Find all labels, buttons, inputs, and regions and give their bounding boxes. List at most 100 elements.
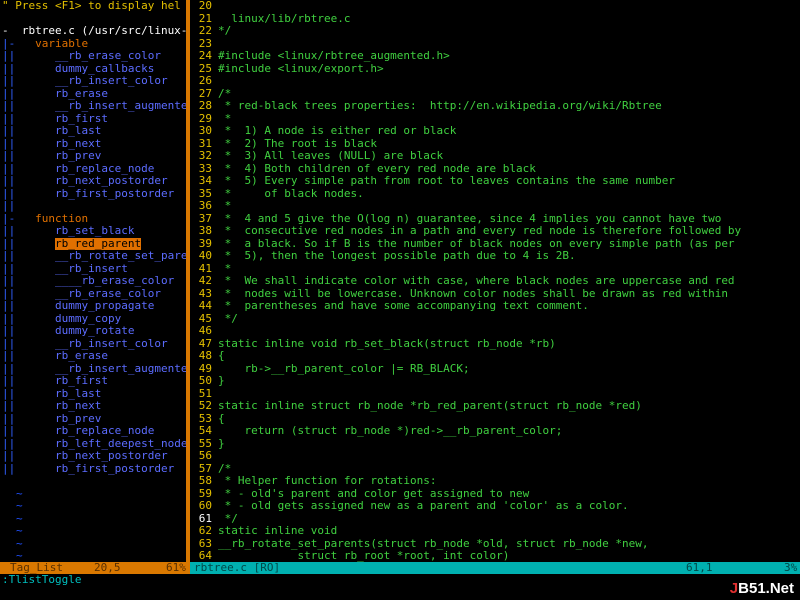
taglist-item[interactable]: || rb_erase	[0, 350, 186, 363]
code-text: #include <linux/export.h>	[218, 62, 384, 75]
code-line[interactable]: 25 #include <linux/export.h>	[190, 63, 800, 76]
code-line[interactable]: 63 __rb_rotate_set_parents(struct rb_node…	[190, 538, 800, 551]
taglist-file-line[interactable]: - rbtree.c (/usr/src/linux-so	[0, 25, 186, 38]
editor-pane[interactable]: 20 21 linux/lib/rbtree.c 22 */23 24 #include …	[190, 0, 800, 562]
taglist-item[interactable]: || __rb_insert_color	[0, 338, 186, 351]
taglist-item[interactable]: || rb_last	[0, 388, 186, 401]
code-line[interactable]: 45 */	[190, 313, 800, 326]
code-line[interactable]: 51	[190, 388, 800, 401]
code-line[interactable]: 46	[190, 325, 800, 338]
code-text: return (struct rb_node *)red->__rb_paren…	[218, 425, 563, 437]
taglist-item-name: rb_first_postorder	[54, 187, 175, 200]
taglist-item[interactable]: || rb_next	[0, 138, 186, 151]
fold-marker: ||	[2, 150, 55, 162]
code-line[interactable]: 59 * - old's parent and color get assign…	[190, 488, 800, 501]
code-line[interactable]: 44 * parentheses and have some accompany…	[190, 300, 800, 313]
fold-marker: ||	[2, 250, 55, 262]
line-number: 28	[198, 100, 212, 112]
code-line[interactable]: 42 * We shall indicate color with case, …	[190, 275, 800, 288]
taglist-item[interactable]: || dummy_callbacks	[0, 63, 186, 76]
taglist-item[interactable]: || rb_first	[0, 113, 186, 126]
code-line[interactable]: 54 return (struct rb_node *)red->__rb_pa…	[190, 425, 800, 438]
taglist-item[interactable]: || rb_erase	[0, 88, 186, 101]
code-line[interactable]: 32 * 3) All leaves (NULL) are black	[190, 150, 800, 163]
code-line[interactable]: 29 *	[190, 113, 800, 126]
taglist-item[interactable]: || __rb_erase_color	[0, 288, 186, 301]
taglist-item[interactable]: || rb_first_postorder	[0, 188, 186, 201]
code-line[interactable]: 56	[190, 450, 800, 463]
fold-marker: ||	[2, 450, 55, 462]
taglist-item[interactable]: || rb_prev	[0, 413, 186, 426]
code-line[interactable]: 34 * 5) Every simple path from root to l…	[190, 175, 800, 188]
taglist-pane[interactable]: " Press <F1> to display hel - rbtree.c (/…	[0, 0, 186, 562]
code-text: * parentheses and have some accompanying…	[218, 300, 589, 312]
taglist-item[interactable]: || __rb_rotate_set_parents	[0, 250, 186, 263]
code-line[interactable]: 49 rb->__rb_parent_color |= RB_BLACK;	[190, 363, 800, 376]
line-number: 50	[198, 375, 212, 387]
code-line[interactable]: 50}	[190, 375, 800, 388]
code-line[interactable]: 60 * - old gets assigned new as a parent…	[190, 500, 800, 513]
code-line[interactable]: 31 * 2) The root is black	[190, 138, 800, 151]
taglist-item[interactable]: || rb_red_parent	[0, 237, 186, 251]
command-line[interactable]: :TlistToggle	[0, 574, 800, 600]
taglist-item[interactable]: || rb_replace_node	[0, 163, 186, 176]
taglist-item[interactable]: || rb_left_deepest_node	[0, 438, 186, 451]
taglist-item[interactable]: || rb_next_postorder	[0, 175, 186, 188]
code-line[interactable]: 55}	[190, 438, 800, 451]
line-number: 54	[198, 425, 212, 437]
taglist-item[interactable]: || rb_next	[0, 400, 186, 413]
taglist-item[interactable]: || dummy_copy	[0, 313, 186, 326]
code-line[interactable]: 27 /*	[190, 88, 800, 101]
code-line[interactable]: 53 {	[190, 413, 800, 426]
taglist-item[interactable]: || ____rb_erase_color	[0, 275, 186, 288]
code-line[interactable]: 58 * Helper function for rotations:	[190, 475, 800, 488]
taglist-item[interactable]: || rb_prev	[0, 150, 186, 163]
code-line[interactable]: 52 static inline struct rb_node *rb_red_p…	[190, 400, 800, 413]
code-line[interactable]: 37 * 4 and 5 give the O(log n) guarantee…	[190, 213, 800, 226]
fold-marker: ||	[2, 337, 55, 350]
line-number: 62	[198, 525, 212, 537]
taglist-item[interactable]: || __rb_insert_color	[0, 75, 186, 88]
code-line[interactable]: 43 * nodes will be lowercase. Unknown co…	[190, 288, 800, 301]
taglist-group-header[interactable]: |- variable	[0, 38, 186, 51]
taglist-item[interactable]: || rb_set_black	[0, 225, 186, 238]
taglist-item[interactable]: || dummy_propagate	[0, 300, 186, 313]
code-line[interactable]: 47 static inline void rb_set_black(struct…	[190, 338, 800, 351]
code-line[interactable]: 24 #include <linux/rbtree_augmented.h>	[190, 50, 800, 63]
empty-line-marker: ~	[16, 537, 23, 550]
code-line[interactable]: 36 *	[190, 200, 800, 213]
code-text: * - old gets assigned new as a parent an…	[218, 500, 629, 512]
code-line[interactable]: 38 * consecutive red nodes in a path and…	[190, 225, 800, 238]
code-line[interactable]: 30 * 1) A node is either red or black	[190, 125, 800, 138]
code-line[interactable]: 39 * a black. So if B is the number of b…	[190, 238, 800, 251]
taglist-item[interactable]: || __rb_insert_augmented	[0, 363, 186, 376]
code-line[interactable]: 35 * of black nodes.	[190, 188, 800, 201]
code-line[interactable]: 23	[190, 38, 800, 51]
code-line[interactable]: 40 * 5), then the longest possible path …	[190, 250, 800, 263]
code-line[interactable]: 41 *	[190, 263, 800, 276]
taglist-item[interactable]: || rb_last	[0, 125, 186, 138]
code-line[interactable]: 26	[190, 75, 800, 88]
code-line[interactable]: 20	[190, 0, 800, 13]
code-line[interactable]: 62 static inline void	[190, 525, 800, 538]
code-line[interactable]: 33 * 4) Both children of every red node …	[190, 163, 800, 176]
code-line[interactable]: 28 * red-black trees properties: http://…	[190, 100, 800, 113]
code-line[interactable]: 48 {	[190, 350, 800, 363]
code-text: * of black nodes.	[218, 187, 364, 200]
code-line[interactable]: 22 */	[190, 25, 800, 38]
code-line[interactable]: 61 */	[190, 513, 800, 526]
taglist-item[interactable]: || dummy_rotate	[0, 325, 186, 338]
taglist-group-header[interactable]: |- function	[0, 213, 186, 226]
taglist-item[interactable]: || rb_next_postorder	[0, 450, 186, 463]
taglist-item[interactable]: || __rb_insert_augmented	[0, 100, 186, 113]
taglist-item[interactable]: || __rb_erase_color	[0, 50, 186, 63]
taglist-item[interactable]: || rb_first_postorder	[0, 463, 186, 476]
code-line[interactable]: 21 linux/lib/rbtree.c	[190, 13, 800, 26]
taglist-item[interactable]: || rb_replace_node	[0, 425, 186, 438]
taglist-item[interactable]: || rb_first	[0, 375, 186, 388]
taglist-item[interactable]: || __rb_insert	[0, 263, 186, 276]
taglist-item-name: dummy_callbacks	[54, 62, 155, 75]
taglist-item-name: rb_prev	[54, 412, 102, 425]
watermark-logo: JB51.Net	[730, 580, 794, 597]
code-line[interactable]: 57 /*	[190, 463, 800, 476]
